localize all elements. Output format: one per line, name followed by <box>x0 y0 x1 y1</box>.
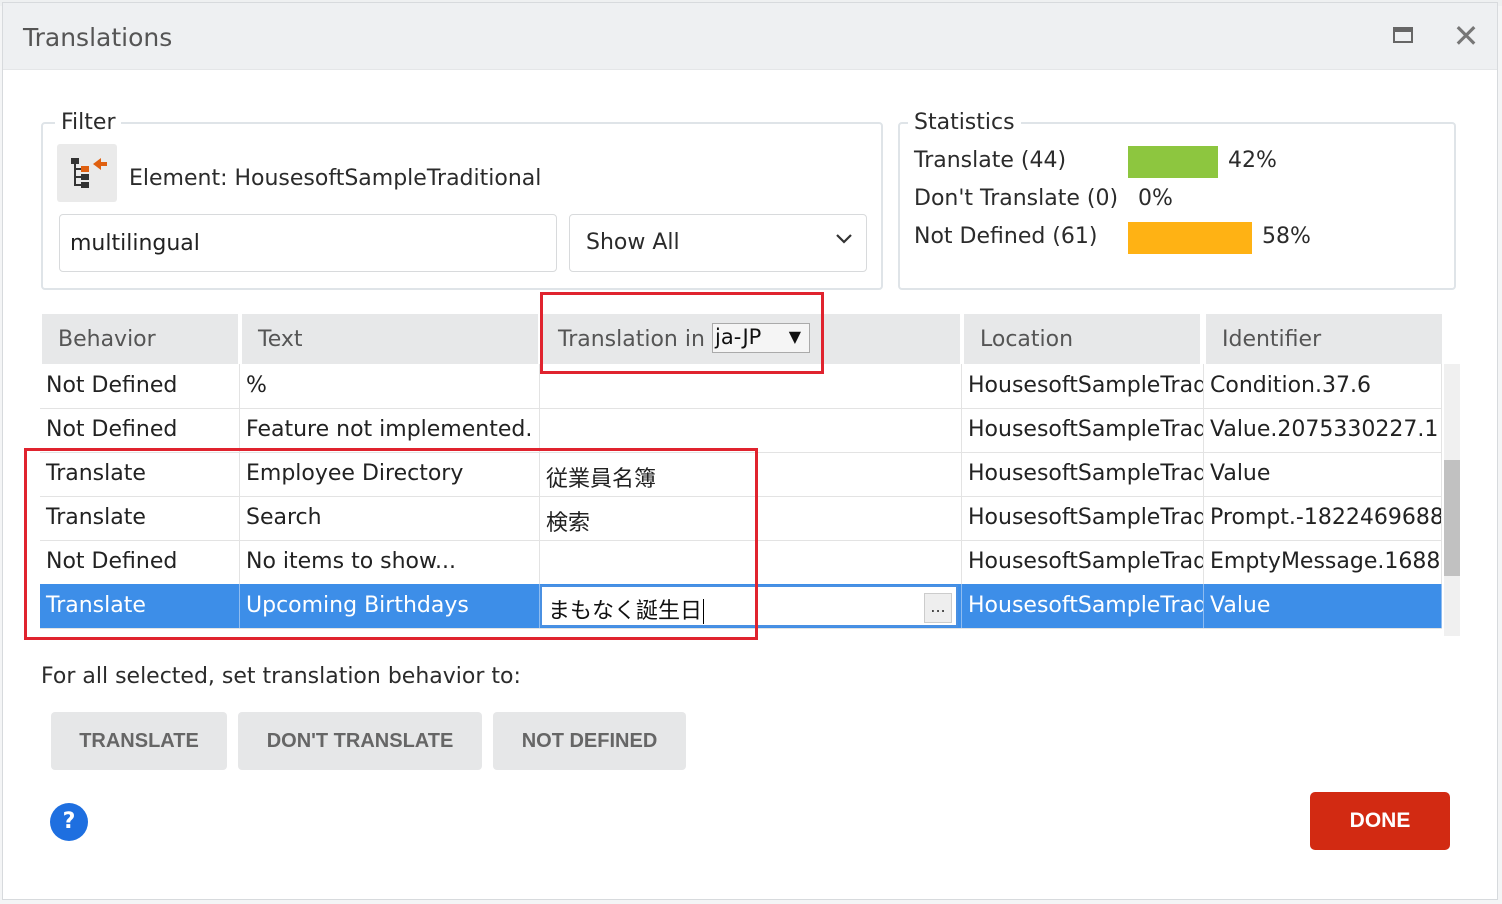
cell-text[interactable]: No items to show... <box>242 540 540 584</box>
table-row[interactable]: Translate Upcoming Birthdays HousesoftSamp… <box>40 584 1442 629</box>
table-row[interactable]: Not Defined No items to show... HousesoftS… <box>40 540 1442 585</box>
search-input[interactable] <box>59 214 557 272</box>
cell-behavior[interactable]: Translate <box>42 452 240 496</box>
ellipsis-button[interactable]: ... <box>924 593 952 623</box>
close-icon[interactable]: ✕ <box>1451 20 1481 52</box>
stat-not-defined-label: Not Defined (61) <box>914 224 1098 249</box>
stat-dont-translate-percent: 0% <box>1138 186 1173 211</box>
statistics-legend: Statistics <box>908 110 1021 135</box>
element-tree-icon <box>57 144 117 202</box>
cell-behavior[interactable]: Translate <box>42 584 240 628</box>
title-bar: Translations ✕ <box>3 3 1497 70</box>
dialog-title: Translations <box>23 23 173 52</box>
table-row[interactable]: Not Defined% HousesoftSampleTraditionalCo… <box>40 364 1442 409</box>
done-button[interactable]: DONE <box>1310 792 1450 850</box>
cell-location[interactable]: HousesoftSampleTraditional <box>964 452 1204 496</box>
cell-behavior[interactable]: Translate <box>42 496 240 540</box>
show-filter-dropdown[interactable]: Show All <box>569 214 867 272</box>
cell-translation[interactable]: 検索 <box>542 496 962 540</box>
dropdown-arrow-icon: ▼ <box>788 327 801 346</box>
column-header-text[interactable]: Text <box>242 314 538 364</box>
cell-location[interactable]: HousesoftSampleTraditional <box>964 584 1204 628</box>
cell-text[interactable]: Feature not implemented. C <box>242 408 540 452</box>
column-header-location[interactable]: Location <box>964 314 1200 364</box>
language-value: ja-JP <box>715 325 762 349</box>
stat-translate-percent: 42% <box>1228 148 1277 173</box>
statistics-group: Statistics Translate (44) 42% Don't Tran… <box>898 110 1456 290</box>
filter-group: Filter Element: HousesoftSampleTradition… <box>41 110 883 290</box>
dont-translate-button[interactable]: DON'T TRANSLATE <box>238 712 482 770</box>
translation-edit-value: まもなく誕生日 <box>548 599 703 624</box>
language-dropdown[interactable]: ja-JP ▼ <box>712 323 810 353</box>
stat-translate-label: Translate (44) <box>914 148 1067 173</box>
cell-translation[interactable] <box>542 540 962 584</box>
help-icon[interactable]: ? <box>50 803 88 841</box>
cell-identifier[interactable]: Value.2075330227.1 <box>1206 408 1442 452</box>
cell-text[interactable]: Upcoming Birthdays <box>242 584 540 628</box>
cell-translation[interactable]: 従業員名簿 <box>542 452 962 496</box>
stat-dont-translate-label: Don't Translate (0) <box>914 186 1119 211</box>
cell-behavior[interactable]: Not Defined <box>42 540 240 584</box>
table-row[interactable]: Translate Employee Directory 従業員名簿 Housesof… <box>40 452 1442 497</box>
stat-not-defined-percent: 58% <box>1262 224 1311 249</box>
cell-location[interactable]: HousesoftSampleTraditional <box>964 364 1204 408</box>
table-row[interactable]: TranslateSearch検索HousesoftSampleTraditio… <box>40 496 1442 541</box>
cell-text[interactable]: Employee Directory <box>242 452 540 496</box>
filter-legend: Filter <box>55 110 122 135</box>
cell-identifier[interactable]: Value <box>1206 452 1442 496</box>
cell-location[interactable]: HousesoftSampleTraditional <box>964 540 1204 584</box>
element-label: Element: HousesoftSampleTraditional <box>129 166 542 191</box>
maximize-icon[interactable] <box>1389 21 1419 51</box>
show-filter-value: Show All <box>586 230 680 255</box>
cell-behavior[interactable]: Not Defined <box>42 364 240 408</box>
table-row[interactable]: Not Defined Feature not implemented. C Hou… <box>40 408 1442 453</box>
stat-translate-bar <box>1128 146 1218 178</box>
translate-button[interactable]: TRANSLATE <box>51 712 227 770</box>
stat-not-defined-bar <box>1128 222 1252 254</box>
bulk-action-label: For all selected, set translation behavi… <box>41 664 521 689</box>
cell-text[interactable]: % <box>242 364 540 408</box>
column-header-identifier[interactable]: Identifier <box>1206 314 1442 364</box>
column-header-translation[interactable]: Translation in ja-JP ▼ <box>542 314 960 364</box>
cell-location[interactable]: HousesoftSampleTraditional <box>964 496 1204 540</box>
translations-grid: Behavior Text Translation in ja-JP ▼ Loc… <box>40 314 1462 636</box>
column-header-behavior[interactable]: Behavior <box>42 314 238 364</box>
text-caret <box>703 599 712 624</box>
translation-header-label: Translation in <box>558 327 705 352</box>
cell-behavior[interactable]: Not Defined <box>42 408 240 452</box>
cell-translation[interactable] <box>542 364 962 408</box>
cell-identifier[interactable]: EmptyMessage.168855 <box>1206 540 1442 584</box>
cell-location[interactable]: HousesoftSampleTraditional <box>964 408 1204 452</box>
not-defined-button[interactable]: NOT DEFINED <box>493 712 686 770</box>
cell-translation[interactable] <box>542 408 962 452</box>
cell-identifier[interactable]: Condition.37.6 <box>1206 364 1442 408</box>
translation-edit-input[interactable]: まもなく誕生日 ... <box>540 585 958 627</box>
cell-text[interactable]: Search <box>242 496 540 540</box>
grid-scrollbar[interactable] <box>1444 364 1460 636</box>
cell-identifier[interactable]: Prompt.-1822469688.1 <box>1206 496 1442 540</box>
cell-identifier[interactable]: Value <box>1206 584 1442 628</box>
chevron-down-icon <box>834 228 854 254</box>
scrollbar-thumb[interactable] <box>1444 460 1460 576</box>
